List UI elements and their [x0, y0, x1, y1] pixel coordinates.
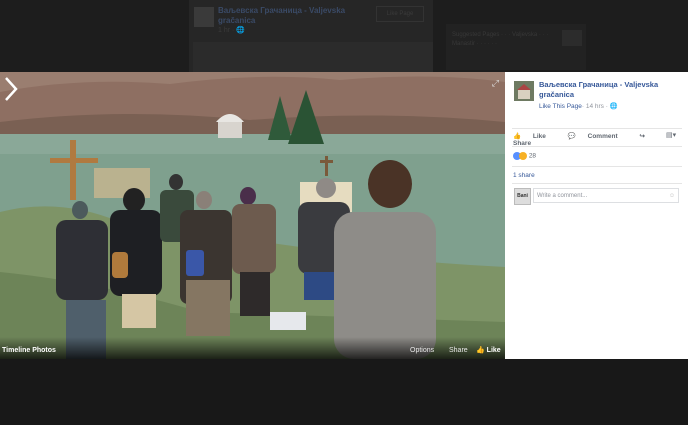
background-bottom: [0, 358, 688, 425]
post-side-panel: Ваљевска Грачаница - Valjevska gračanica…: [505, 72, 688, 359]
divider: [512, 146, 682, 147]
like-label: Like: [532, 133, 546, 140]
commenter-avatar: Bani: [514, 188, 531, 205]
like-this-page-link[interactable]: Like This Page: [539, 103, 582, 110]
background-like-page-button: Like Page: [376, 6, 424, 22]
photo-viewer[interactable]: ⤢ Timeline Photos Options Share 👍 Like: [0, 72, 505, 359]
comment-input[interactable]: Write a comment... ☺: [533, 188, 679, 203]
background-post-meta: 1 hr · 🌐: [218, 27, 245, 34]
post-meta: Like This Page· 14 hrs · 🌐: [539, 102, 618, 110]
photo-share-button[interactable]: Share: [449, 347, 468, 354]
divider: [512, 183, 682, 184]
comment-button[interactable]: 💬 Comment: [568, 133, 628, 140]
menu-icon[interactable]: ▤▾: [666, 131, 676, 139]
divider: [512, 166, 682, 167]
sad-reaction-icon: [519, 152, 527, 160]
emoji-icon[interactable]: ☺: [669, 189, 675, 204]
photo-footer-bar: Timeline Photos Options Share 👍 Like: [0, 337, 505, 359]
thumbs-up-icon: 👍: [513, 133, 522, 140]
post-actions: 👍 Like 💬 Comment ↪ Share: [513, 132, 688, 147]
background-sidebar-text: Suggested Pages · · · Valjevska · · · Ma…: [452, 32, 549, 47]
post-time: · 14 hrs ·: [581, 103, 610, 110]
next-arrow-icon[interactable]: [0, 72, 22, 106]
page-name-link[interactable]: Ваљевска Грачаница - Valjevska gračanica: [539, 80, 679, 100]
photo-image: [0, 72, 505, 359]
globe-icon: 🌐: [609, 103, 618, 110]
comment-label: Comment: [587, 133, 618, 140]
background-post-author: Ваљевска Грачаница - Valjevska gračanica: [218, 6, 346, 25]
timeline-photos-link[interactable]: Timeline Photos: [2, 347, 56, 354]
share-icon: ↪: [639, 133, 645, 140]
photo-like-label: Like: [486, 347, 501, 354]
comment-placeholder: Write a comment...: [537, 193, 588, 199]
background-sidebar-button: [562, 30, 582, 46]
shares-count-link[interactable]: 1 share: [513, 172, 535, 179]
comment-icon: 💬: [567, 133, 576, 140]
reaction-count: 28: [528, 152, 537, 160]
reactions-summary[interactable]: 28: [513, 152, 536, 160]
background-post-avatar: [194, 7, 214, 27]
page-avatar[interactable]: [514, 81, 534, 101]
photo-like-button[interactable]: 👍 Like: [476, 346, 501, 354]
divider: [512, 128, 682, 129]
options-button[interactable]: Options: [410, 347, 434, 354]
like-button[interactable]: 👍 Like: [513, 133, 556, 140]
background-post-photo: [193, 42, 433, 72]
expand-icon[interactable]: ⤢: [492, 78, 499, 89]
